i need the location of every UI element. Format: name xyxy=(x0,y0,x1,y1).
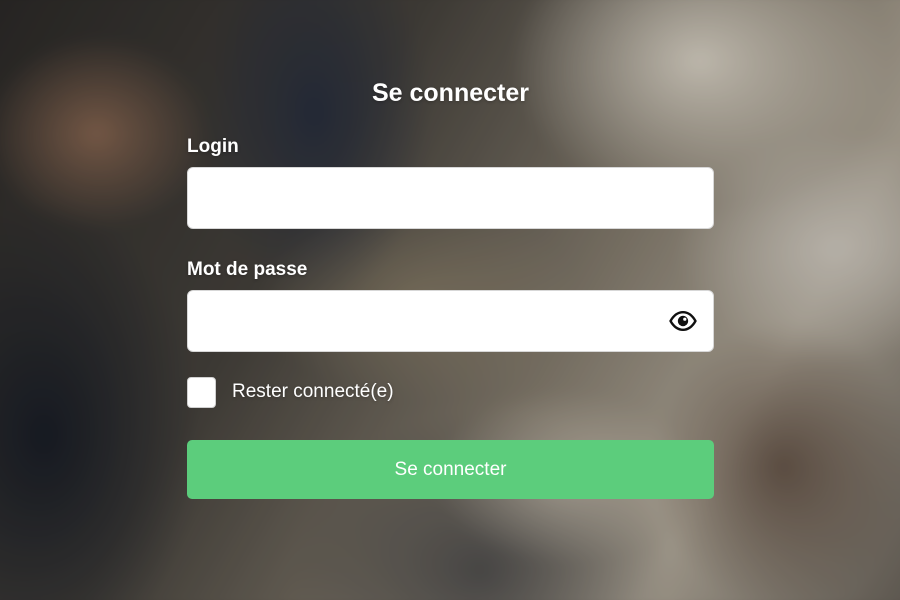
login-field-wrapper xyxy=(187,167,714,229)
remember-me-label[interactable]: Rester connecté(e) xyxy=(232,380,394,404)
login-label: Login xyxy=(187,136,239,157)
login-input[interactable] xyxy=(187,167,714,229)
password-label: Mot de passe xyxy=(187,259,308,280)
password-field-wrapper xyxy=(187,290,714,352)
remember-me-row: Rester connecté(e) xyxy=(187,376,714,408)
eye-icon[interactable] xyxy=(668,307,698,335)
login-button[interactable]: Se connecter xyxy=(187,440,714,499)
login-form: Se connecter Login Mot de passe Rester c… xyxy=(187,70,714,499)
form-title: Se connecter xyxy=(371,79,529,107)
remember-me-checkbox[interactable] xyxy=(187,376,216,408)
password-input[interactable] xyxy=(187,290,714,352)
